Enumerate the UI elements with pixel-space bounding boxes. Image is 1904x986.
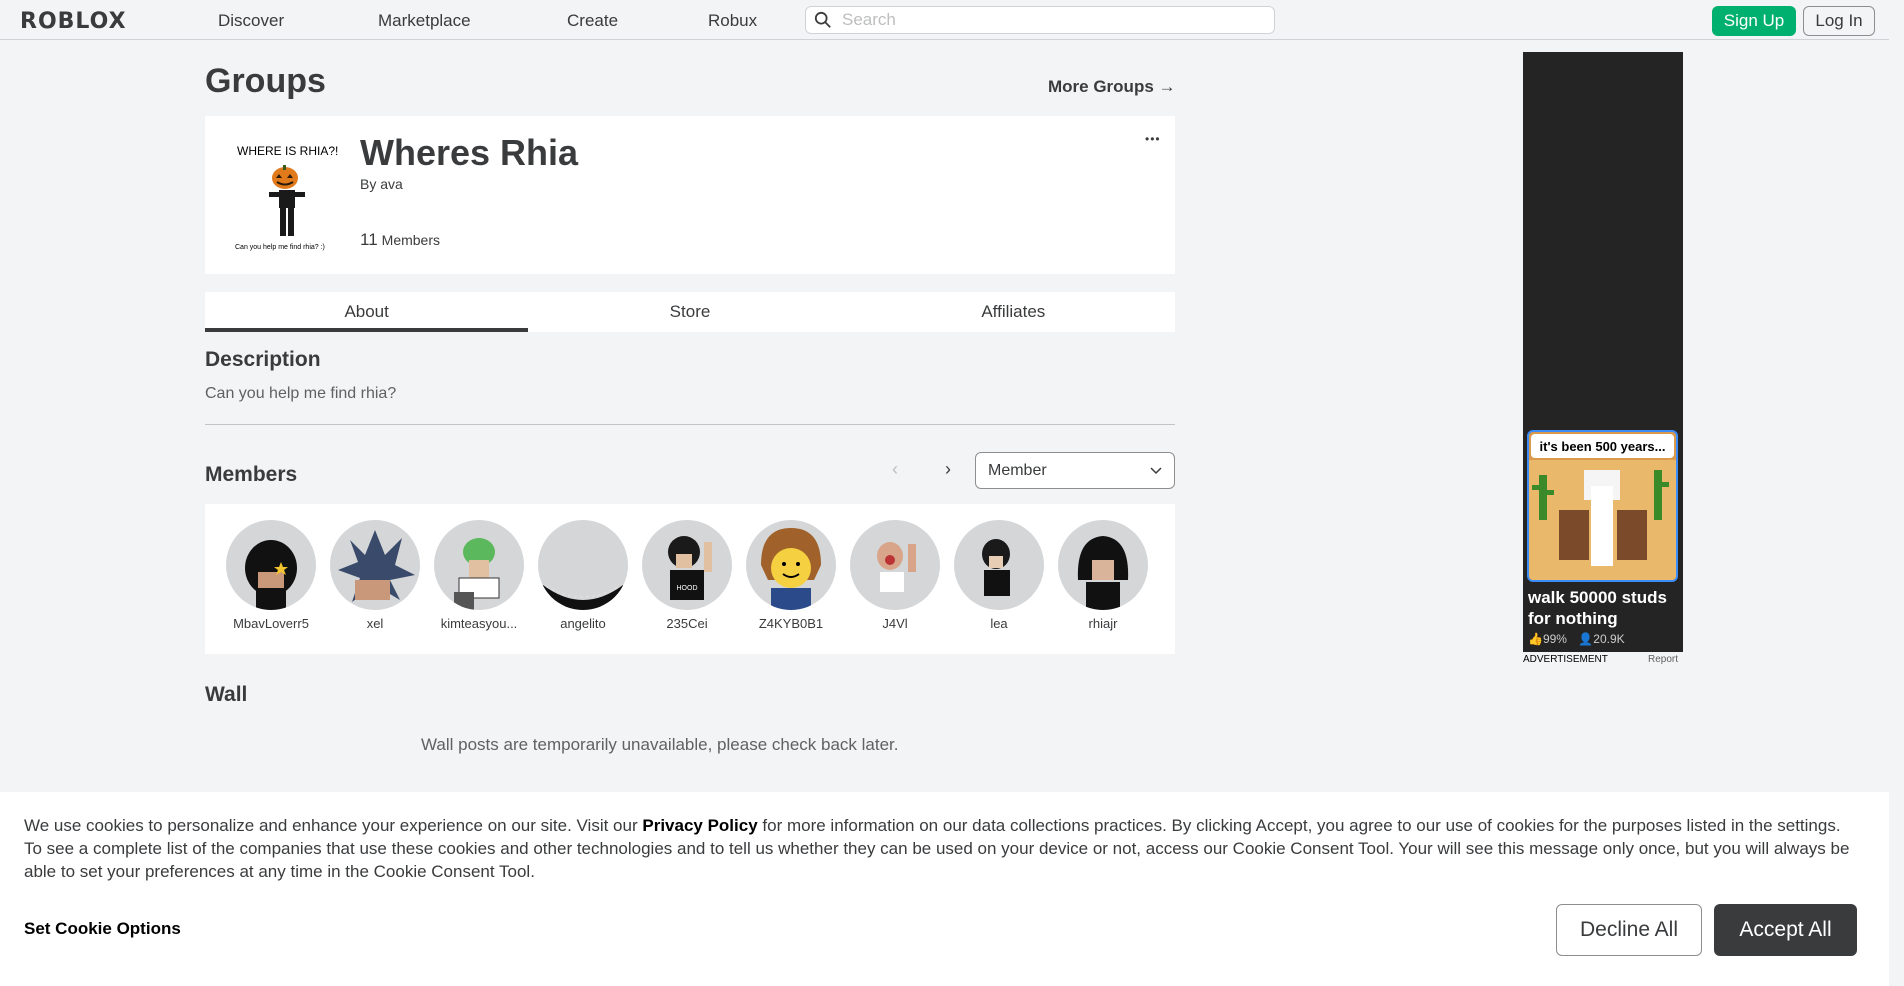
ad-speech-bubble: it's been 500 years...	[1531, 434, 1674, 458]
avatar	[226, 520, 316, 610]
member-card[interactable]: J4Vl	[847, 520, 943, 631]
member-name: kimteasyou...	[440, 616, 518, 631]
member-name: Z4KYB0B1	[758, 616, 824, 631]
wall-heading: Wall	[205, 683, 248, 706]
decline-all-button[interactable]: Decline All	[1556, 904, 1702, 956]
member-card[interactable]: rhiajr	[1055, 520, 1151, 631]
nav-link-discover[interactable]: Discover	[218, 11, 284, 31]
ad-report-link[interactable]: Report	[1648, 654, 1678, 665]
tab-affiliates[interactable]: Affiliates	[852, 292, 1175, 332]
avatar	[746, 520, 836, 610]
search-bar[interactable]	[805, 6, 1275, 34]
member-name: 235Cei	[666, 616, 708, 631]
cookie-message: We use cookies to personalize and enhanc…	[24, 814, 1854, 883]
pumpkin-figure-image	[269, 165, 305, 236]
member-name: angelito	[560, 616, 606, 631]
page-scrollbar[interactable]	[1889, 0, 1904, 986]
ad-thumbnail: it's been 500 years...	[1527, 430, 1678, 582]
nav-link-marketplace[interactable]: Marketplace	[378, 11, 471, 31]
member-name: xel	[366, 616, 384, 631]
avatar	[434, 520, 524, 610]
accept-all-button[interactable]: Accept All	[1714, 904, 1857, 956]
user-icon: 👤	[1578, 632, 1594, 646]
avatar: HOOD	[642, 520, 732, 610]
members-list: MbavLoverr5 xel kimteasyou... angelito H…	[205, 504, 1175, 654]
member-name: rhiajr	[1088, 616, 1118, 631]
member-name: lea	[990, 616, 1008, 631]
group-emblem: WHERE IS RHIA?! Can you help me find rhi…	[227, 136, 347, 256]
chevron-down-icon	[1150, 466, 1162, 474]
member-name: J4Vl	[882, 616, 908, 631]
member-card[interactable]: MbavLoverr5	[223, 520, 319, 631]
chevron-right-icon[interactable]: ›	[938, 455, 958, 483]
section-divider	[205, 424, 1175, 425]
emblem-title-text: WHERE IS RHIA?!	[237, 144, 339, 158]
avatar	[538, 520, 628, 610]
cookie-consent-banner: We use cookies to personalize and enhanc…	[0, 792, 1889, 986]
sign-up-button[interactable]: Sign Up	[1712, 6, 1796, 36]
description-heading: Description	[205, 348, 321, 371]
advertisement-label: ADVERTISEMENT	[1523, 654, 1608, 665]
owner-prefix: By	[360, 176, 377, 192]
privacy-policy-link[interactable]: Privacy Policy	[642, 816, 757, 835]
member-name: MbavLoverr5	[233, 616, 309, 631]
member-count-value: 11	[360, 230, 378, 249]
group-header-card: WHERE IS RHIA?! Can you help me find rhi…	[205, 116, 1175, 274]
wall-unavailable-message: Wall posts are temporarily unavailable, …	[421, 735, 899, 754]
search-input[interactable]	[842, 10, 1242, 30]
set-cookie-options-link[interactable]: Set Cookie Options	[24, 919, 181, 939]
ad-desert-image	[1529, 460, 1676, 580]
group-name: Wheres Rhia	[360, 132, 579, 173]
member-card[interactable]: Z4KYB0B1	[743, 520, 839, 631]
nav-link-create[interactable]: Create	[567, 11, 618, 31]
more-options-icon[interactable]: •••	[1145, 132, 1161, 146]
avatar	[850, 520, 940, 610]
role-select-value: Member	[988, 461, 1047, 479]
role-select-dropdown[interactable]: Member	[975, 452, 1175, 489]
top-navigation: RΟBLOX Discover Marketplace Create Robux…	[0, 0, 1889, 40]
tab-about[interactable]: About	[205, 292, 529, 332]
members-heading: Members	[205, 463, 298, 486]
member-card[interactable]: kimteasyou...	[431, 520, 527, 631]
thumbs-up-icon: 👍	[1528, 632, 1543, 646]
member-card[interactable]: xel	[327, 520, 423, 631]
ad-title: walk 50000 studs for nothing	[1528, 588, 1667, 628]
member-count-label: Members	[381, 232, 441, 248]
more-groups-link[interactable]: More Groups →	[1048, 77, 1176, 97]
ad-stats: 👍99% 👤20.9K	[1528, 632, 1625, 646]
tab-store[interactable]: Store	[528, 292, 851, 332]
roblox-logo[interactable]: RΟBLOX	[20, 9, 127, 34]
search-icon	[814, 11, 831, 28]
avatar	[954, 520, 1044, 610]
cookie-text-before: We use cookies to personalize and enhanc…	[24, 816, 643, 835]
group-tabs: About Store Affiliates	[205, 292, 1175, 332]
member-card[interactable]: lea	[951, 520, 1047, 631]
emblem-caption-text: Can you help me find rhia? :)	[235, 244, 325, 251]
nav-link-robux[interactable]: Robux	[708, 11, 757, 31]
group-owner: By ava	[360, 176, 403, 192]
advertisement-banner[interactable]: it's been 500 years... walk 50000 studs …	[1523, 52, 1683, 652]
group-member-count: 11 Members	[360, 230, 440, 250]
member-card[interactable]: HOOD 235Cei	[639, 520, 735, 631]
chevron-left-icon[interactable]: ‹	[885, 455, 905, 483]
page-title: Groups	[205, 62, 326, 100]
avatar	[1058, 520, 1148, 610]
description-text: Can you help me find rhia?	[205, 385, 397, 402]
ad-rating: 99%	[1542, 632, 1567, 646]
member-card[interactable]: angelito	[535, 520, 631, 631]
owner-link[interactable]: ava	[380, 176, 403, 192]
ad-players: 20.9K	[1593, 632, 1625, 646]
avatar	[330, 520, 420, 610]
svg-text:HOOD: HOOD	[677, 585, 698, 592]
log-in-button[interactable]: Log In	[1803, 6, 1875, 36]
